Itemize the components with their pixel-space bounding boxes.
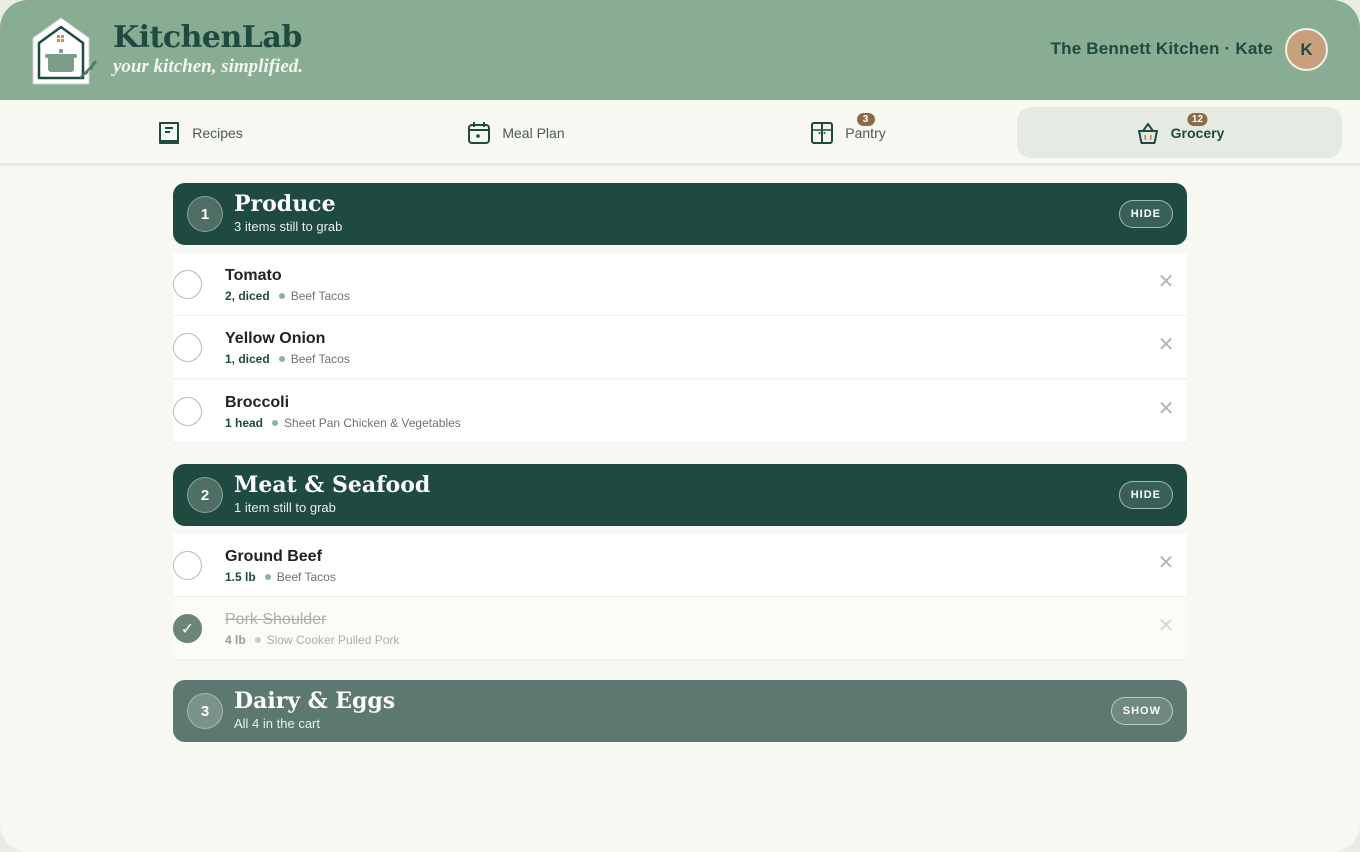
section-number: 1: [187, 196, 223, 232]
section-subtitle: All 4 in the cart: [234, 716, 320, 731]
item-checkbox[interactable]: [173, 333, 202, 362]
grocery-item: Yellow Onion 1, diced Beef Tacos ✕: [173, 316, 1187, 379]
item-name: Broccoli: [225, 394, 290, 411]
tab-meal-plan[interactable]: Meal Plan: [353, 107, 678, 158]
section-subtitle: 3 items still to grab: [234, 219, 343, 234]
item-quantity: 1.5 lb: [225, 570, 256, 584]
tab-label-text: Grocery: [1170, 124, 1225, 141]
brand-tagline: your kitchen, simplified.: [113, 56, 303, 77]
grocery-item: Tomato 2, diced Beef Tacos ✕: [173, 253, 1187, 316]
section-title: Dairy & Eggs: [234, 688, 396, 714]
item-recipe: Slow Cooker Pulled Pork: [266, 633, 400, 647]
item-meta: 4 lb Slow Cooker Pulled Pork: [225, 633, 399, 647]
separator-dot: [254, 637, 261, 643]
item-meta: 1.5 lb Beef Tacos: [225, 570, 336, 584]
item-name: Ground Beef: [225, 548, 322, 565]
app-header: KitchenLab your kitchen, simplified. The…: [0, 0, 1360, 100]
tab-recipes[interactable]: Recipes: [37, 107, 362, 158]
tab-label: Meal Plan: [502, 124, 565, 141]
item-quantity: 4 lb: [225, 633, 246, 647]
section-header-dairy-eggs: 3 Dairy & Eggs All 4 in the cart SHOW: [173, 680, 1187, 742]
section-number: 3: [187, 693, 223, 729]
item-recipe: Beef Tacos: [290, 289, 350, 303]
item-checkbox[interactable]: [173, 397, 202, 426]
basket-icon: [1135, 120, 1161, 146]
section-number: 2: [187, 477, 223, 513]
item-meta: 2, diced Beef Tacos: [225, 289, 350, 303]
item-quantity: 1, diced: [225, 352, 270, 366]
hide-section-button[interactable]: HIDE: [1118, 481, 1173, 509]
tab-pantry[interactable]: 3 Pantry: [685, 107, 1010, 158]
item-name: Yellow Onion: [225, 330, 326, 347]
kitchen-house-logo-icon[interactable]: [30, 16, 102, 86]
pantry-count-badge: 3: [856, 112, 875, 126]
section-title: Produce: [234, 191, 336, 217]
item-quantity: 1 head: [225, 416, 264, 430]
tab-label: 3 Pantry: [845, 112, 886, 141]
item-checkbox-checked[interactable]: ✓: [173, 614, 202, 643]
household-name: The Bennett Kitchen · Kate: [1050, 39, 1273, 58]
hide-section-button[interactable]: HIDE: [1118, 200, 1173, 228]
grocery-item-checked: ✓ Pork Shoulder 4 lb Slow Cooker Pulled P…: [173, 597, 1187, 660]
recipe-book-icon: [156, 120, 182, 146]
item-checkbox[interactable]: [173, 270, 202, 299]
remove-icon[interactable]: ✕: [1157, 399, 1175, 419]
item-name: Pork Shoulder: [225, 611, 327, 628]
item-recipe: Beef Tacos: [290, 352, 350, 366]
brand-title: KitchenLab: [113, 20, 302, 55]
section-header-produce: 1 Produce 3 items still to grab HIDE: [173, 183, 1187, 245]
separator-dot: [278, 293, 285, 299]
tab-label: 12 Grocery: [1170, 112, 1225, 141]
section-header-meat-seafood: 2 Meat & Seafood 1 item still to grab HI…: [173, 464, 1187, 526]
item-meta: 1, diced Beef Tacos: [225, 352, 350, 366]
tab-label: Recipes: [192, 124, 243, 141]
grocery-item: Broccoli 1 head Sheet Pan Chicken & Veget…: [173, 380, 1187, 443]
item-recipe: Sheet Pan Chicken & Vegetables: [284, 416, 461, 430]
item-meta: 1 head Sheet Pan Chicken & Vegetables: [225, 416, 461, 430]
item-checkbox[interactable]: [173, 551, 202, 580]
calendar-icon: [466, 120, 492, 146]
show-section-button[interactable]: SHOW: [1110, 697, 1173, 725]
remove-icon[interactable]: ✕: [1157, 335, 1175, 355]
item-name: Tomato: [225, 267, 282, 284]
section-subtitle: 1 item still to grab: [234, 500, 336, 515]
separator-dot: [264, 574, 271, 580]
remove-icon[interactable]: ✕: [1157, 272, 1175, 292]
grocery-count-badge: 12: [1187, 112, 1208, 126]
user-avatar[interactable]: K: [1285, 28, 1328, 71]
remove-icon[interactable]: ✕: [1157, 616, 1175, 636]
pantry-cabinet-icon: [809, 120, 835, 146]
remove-icon[interactable]: ✕: [1157, 553, 1175, 573]
separator-dot: [278, 356, 285, 362]
grocery-item: Ground Beef 1.5 lb Beef Tacos ✕: [173, 534, 1187, 597]
item-quantity: 2, diced: [225, 289, 270, 303]
separator-dot: [272, 420, 279, 426]
item-recipe: Beef Tacos: [276, 570, 336, 584]
tab-grocery[interactable]: 12 Grocery: [1017, 107, 1342, 158]
section-title: Meat & Seafood: [234, 472, 431, 498]
main-nav: Recipes Meal Plan 3 Pantry 12 Grocery: [0, 100, 1360, 166]
tab-label-text: Pantry: [845, 124, 886, 141]
app-window: KitchenLab your kitchen, simplified. The…: [0, 0, 1360, 852]
